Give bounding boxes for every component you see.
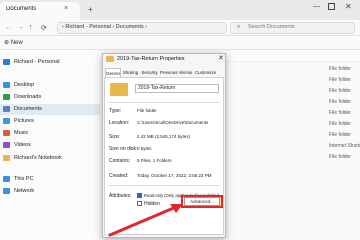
minimize-icon[interactable]: —: [313, 3, 320, 10]
download-icon: [3, 94, 10, 100]
tab-previous-versions[interactable]: Previous Versions: [160, 68, 192, 77]
refresh-icon[interactable]: ⟳: [41, 24, 47, 32]
row-type: File folder: [329, 66, 351, 72]
property-label: Size:: [109, 134, 121, 140]
video-icon: [3, 142, 10, 148]
sidebar-item-label: Richard's Notebook: [14, 155, 62, 161]
property-value: Today, October 17, 2022, 2:56:23 PM: [137, 173, 212, 178]
large-folder-icon: [110, 83, 128, 96]
tab-title: Documents: [6, 6, 37, 12]
folder-icon: [106, 56, 114, 62]
up-icon[interactable]: ↑: [29, 24, 33, 31]
dialog-body: [104, 77, 224, 235]
sidebar-item[interactable]: Videos: [0, 140, 100, 151]
desktop-icon: [3, 82, 10, 88]
tab-close-icon[interactable]: ×: [64, 5, 68, 12]
divider: [108, 185, 220, 186]
close-window-icon[interactable]: ✕: [345, 2, 352, 11]
sidebar-item[interactable]: Pictures: [0, 116, 100, 127]
new-tab-icon[interactable]: +: [88, 5, 93, 14]
property-value: C:\Users\rical\OneDrive\Documents: [137, 120, 209, 125]
forward-icon[interactable]: →: [17, 24, 24, 31]
sidebar-item[interactable]: Music: [0, 128, 100, 139]
attributes-label: Attributes:: [109, 193, 132, 199]
breadcrumb[interactable]: › Richard - Personal › Documents ›: [62, 24, 147, 30]
property-value: 0 bytes: [137, 146, 152, 151]
sidebar-item[interactable]: This PC: [0, 174, 100, 185]
property-value: File folder: [137, 108, 157, 113]
row-type: File folder: [329, 88, 351, 94]
sidebar-item[interactable]: Desktop: [0, 80, 100, 91]
search-icon: ⌕: [237, 24, 241, 30]
sidebar-item-label: Music: [14, 130, 29, 136]
music-icon: [3, 130, 10, 136]
dialog-title: 2019-Tax-Return Properties: [117, 56, 185, 62]
sidebar-item-label: Videos: [14, 142, 31, 148]
row-type: File folder: [329, 77, 351, 83]
cloud-icon: [3, 59, 10, 65]
folder-icon: [3, 155, 10, 161]
property-label: Location:: [109, 120, 130, 126]
sidebar-item-label: This PC: [14, 176, 34, 182]
row-type: File folder: [329, 154, 351, 160]
pictures-icon: [3, 118, 10, 124]
sidebar-item[interactable]: Richard - Personal: [0, 57, 100, 68]
advanced-button[interactable]: Advanced...: [184, 197, 220, 206]
row-type: File folder: [329, 132, 351, 138]
search-placeholder: Search Documents: [248, 24, 295, 30]
sidebar-item-label: Network: [14, 188, 35, 194]
document-icon: [3, 106, 10, 112]
command-bar: [0, 36, 360, 50]
row-type: File folder: [329, 110, 351, 116]
property-label: Size on disk:: [109, 146, 138, 152]
network-icon: [3, 188, 10, 194]
tab-security[interactable]: Security: [140, 68, 159, 77]
dialog-close-icon[interactable]: ✕: [218, 54, 224, 62]
sidebar-item[interactable]: Downloads: [0, 92, 100, 103]
sidebar-item-label: Desktop: [14, 82, 35, 88]
property-value: 2.42 MB (2,545,174 bytes): [137, 134, 191, 139]
property-label: Contains:: [109, 158, 131, 164]
back-icon[interactable]: ←: [5, 24, 12, 31]
sidebar-item-label: Richard - Personal: [14, 59, 60, 65]
row-type: File folder: [329, 99, 351, 105]
hidden-label: Hidden: [144, 201, 160, 207]
hidden-checkbox[interactable]: [137, 201, 142, 206]
sidebar-item-label: Pictures: [14, 118, 34, 124]
property-value: 5 Files, 1 Folders: [137, 158, 172, 163]
new-button[interactable]: ⊕ New: [4, 39, 23, 46]
sidebar-item[interactable]: Documents: [0, 104, 100, 115]
folder-name-value: 2019-Tax-Return: [138, 85, 176, 91]
row-type: Internet Shortcut: [329, 143, 360, 149]
property-label: Created:: [109, 173, 129, 179]
readonly-checkbox[interactable]: [137, 193, 142, 198]
tab-sharing[interactable]: Sharing: [122, 68, 139, 77]
sidebar-item-label: Documents: [14, 106, 42, 112]
property-label: Type:: [109, 108, 122, 114]
sidebar-item-label: Downloads: [14, 94, 42, 100]
divider: [108, 102, 220, 103]
row-type: File folder: [329, 121, 351, 127]
sidebar-item[interactable]: Richard's Notebook: [0, 153, 100, 164]
maximize-icon[interactable]: [328, 3, 335, 10]
sidebar-item[interactable]: Network: [0, 186, 100, 197]
tab-general[interactable]: General: [105, 68, 121, 77]
tab-customize[interactable]: Customize: [193, 68, 218, 77]
pc-icon: [3, 176, 10, 182]
